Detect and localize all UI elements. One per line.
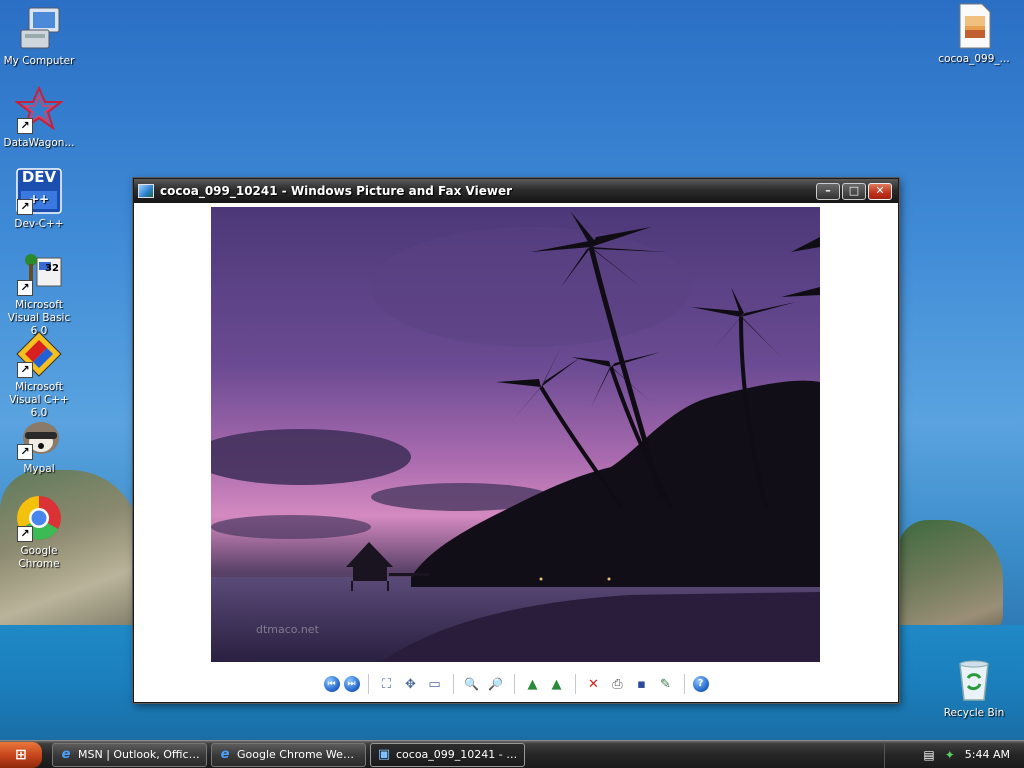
start-button[interactable]: ⊞ bbox=[0, 741, 42, 768]
shortcut-arrow-icon: ↗ bbox=[17, 118, 33, 134]
toolbar-separator bbox=[367, 674, 369, 694]
minimize-button[interactable]: – bbox=[816, 182, 840, 200]
mypal-icon: ↗ bbox=[15, 412, 63, 460]
desktop-icon-datawagon[interactable]: ↗ DataWagon... bbox=[0, 85, 78, 150]
help-icon: ? bbox=[697, 678, 704, 689]
best-fit-button[interactable]: ⛶ bbox=[377, 674, 397, 694]
help-button[interactable]: ? bbox=[692, 676, 709, 692]
next-image-button[interactable]: ⏭ bbox=[343, 676, 360, 692]
ie-icon: e bbox=[61, 746, 71, 762]
taskbar-button-label: MSN | Outlook, Office,... bbox=[78, 748, 201, 761]
picture-viewer-icon: ▣ bbox=[377, 746, 391, 762]
system-tray: ▤ ✦ 5:44 AM bbox=[884, 741, 1024, 768]
toolbar-separator bbox=[574, 674, 576, 694]
recycle-bin-icon bbox=[950, 656, 998, 704]
next-icon: ⏭ bbox=[347, 678, 356, 689]
desktop-icon-mypal[interactable]: ↗ Mypal bbox=[0, 412, 78, 476]
taskbar-button-label: Google Chrome Web B... bbox=[237, 748, 360, 761]
window-controls: – □ ✕ bbox=[816, 182, 892, 200]
previous-icon: ⏮ bbox=[327, 678, 336, 689]
toolbar-separator bbox=[683, 674, 685, 694]
print-icon: ⎙ bbox=[612, 676, 623, 692]
desktop-icon-cocoa-image[interactable]: cocoa_099_... bbox=[935, 2, 1013, 66]
copy-to-button[interactable]: ▪ bbox=[632, 674, 652, 694]
zoom-out-icon: 🔎 bbox=[488, 677, 503, 691]
visual-cpp-icon: ↗ bbox=[15, 330, 63, 378]
taskbar-button-label: cocoa_099_10241 - W... bbox=[396, 748, 519, 761]
zoom-in-button[interactable]: 🔍 bbox=[462, 674, 482, 694]
image-viewport: dtmaco.net bbox=[134, 203, 898, 663]
rotate-clockwise-icon: ▲ bbox=[527, 676, 538, 692]
shortcut-arrow-icon: ↗ bbox=[17, 280, 33, 296]
actual-size-icon: ✥ bbox=[405, 676, 416, 692]
previous-image-button[interactable]: ⏮ bbox=[323, 676, 340, 692]
window-title: cocoa_099_10241 - Windows Picture and Fa… bbox=[160, 184, 513, 198]
taskbar-button-chrome-web[interactable]: e Google Chrome Web B... bbox=[211, 742, 366, 767]
save-icon: ▪ bbox=[637, 676, 646, 692]
desktop-icon-dev-cpp[interactable]: ++ DEV ↗ Dev-C++ bbox=[0, 167, 78, 231]
photo-watermark: dtmaco.net bbox=[256, 623, 319, 636]
picture-viewer-window[interactable]: cocoa_099_10241 - Windows Picture and Fa… bbox=[133, 178, 899, 703]
rotate-counterclockwise-button[interactable]: ▲ bbox=[547, 674, 567, 694]
displayed-photo: dtmaco.net bbox=[211, 207, 820, 662]
network-icon[interactable]: ✦ bbox=[945, 748, 955, 762]
shortcut-arrow-icon: ↗ bbox=[17, 444, 33, 460]
desktop-icon-google-chrome[interactable]: ↗ Google Chrome bbox=[0, 494, 78, 571]
delete-button[interactable]: ✕ bbox=[584, 674, 604, 694]
keyboard-icon[interactable]: ▤ bbox=[923, 748, 934, 762]
shortcut-arrow-icon: ↗ bbox=[17, 362, 33, 378]
print-button[interactable]: ⎙ bbox=[608, 674, 628, 694]
toolbar-separator bbox=[452, 674, 454, 694]
shortcut-arrow-icon: ↗ bbox=[17, 526, 33, 542]
slide-show-icon: ▭ bbox=[428, 676, 441, 692]
best-fit-icon: ⛶ bbox=[381, 676, 392, 692]
desktop-icon-my-computer[interactable]: My Computer bbox=[0, 4, 78, 68]
desktop-icon-recycle-bin[interactable]: Recycle Bin bbox=[935, 656, 1013, 720]
desktop-icon-label: DataWagon... bbox=[3, 137, 75, 149]
devcpp-badge: DEV bbox=[21, 168, 57, 186]
visual-basic-icon: 32 ↗ bbox=[15, 248, 63, 296]
slide-show-button[interactable]: ▭ bbox=[425, 674, 445, 694]
desktop-icon-label: Google Chrome bbox=[18, 545, 60, 570]
windows-logo-icon: ⊞ bbox=[15, 746, 27, 763]
taskbar-button-picture-viewer[interactable]: ▣ cocoa_099_10241 - W... bbox=[370, 742, 525, 767]
computer-icon bbox=[15, 4, 63, 52]
rotate-counterclockwise-icon: ▲ bbox=[551, 676, 562, 692]
desktop-icon-label: Mypal bbox=[23, 463, 55, 475]
desktop-icon-visual-basic[interactable]: 32 ↗ Microsoft Visual Basic 6.0 bbox=[0, 248, 78, 338]
ie-icon: e bbox=[220, 746, 230, 762]
devcpp-icon: ++ DEV ↗ bbox=[15, 167, 63, 215]
desktop-icon-label: Recycle Bin bbox=[943, 707, 1005, 719]
picture-viewer-icon bbox=[138, 184, 154, 198]
rotate-clockwise-button[interactable]: ▲ bbox=[523, 674, 543, 694]
taskbar: ⊞ e MSN | Outlook, Office,... e Google C… bbox=[0, 740, 1024, 768]
image-file-icon bbox=[950, 2, 998, 50]
edit-icon: ✎ bbox=[660, 676, 671, 692]
desktop-icon-label: cocoa_099_... bbox=[938, 53, 1010, 65]
window-titlebar[interactable]: cocoa_099_10241 - Windows Picture and Fa… bbox=[134, 179, 898, 203]
maximize-button[interactable]: □ bbox=[842, 182, 866, 200]
edit-button[interactable]: ✎ bbox=[656, 674, 676, 694]
datawagon-icon: ↗ bbox=[14, 85, 64, 134]
actual-size-button[interactable]: ✥ bbox=[401, 674, 421, 694]
zoom-in-icon: 🔍 bbox=[464, 677, 479, 691]
desktop-icon-visual-cpp[interactable]: ↗ Microsoft Visual C++ 6.0 bbox=[0, 330, 78, 420]
shortcut-arrow-icon: ↗ bbox=[17, 199, 33, 215]
tropical-sunset-photo bbox=[211, 207, 820, 662]
close-button[interactable]: ✕ bbox=[868, 182, 892, 200]
zoom-out-button[interactable]: 🔎 bbox=[486, 674, 506, 694]
delete-icon: ✕ bbox=[588, 676, 599, 692]
visual-basic-badge: 32 bbox=[45, 263, 59, 274]
desktop-icon-label: Dev-C++ bbox=[14, 218, 64, 230]
chrome-icon: ↗ bbox=[15, 494, 63, 542]
viewer-toolbar: ⏮ ⏭ ⛶ ✥ ▭ 🔍 🔎 ▲ ▲ ✕ ⎙ ▪ ✎ ? bbox=[134, 669, 898, 699]
toolbar-separator bbox=[513, 674, 515, 694]
clock[interactable]: 5:44 AM bbox=[965, 748, 1010, 761]
desktop-icon-label: My Computer bbox=[3, 55, 75, 67]
taskbar-button-msn[interactable]: e MSN | Outlook, Office,... bbox=[52, 742, 207, 767]
wallpaper-cliff-right bbox=[898, 520, 1003, 635]
